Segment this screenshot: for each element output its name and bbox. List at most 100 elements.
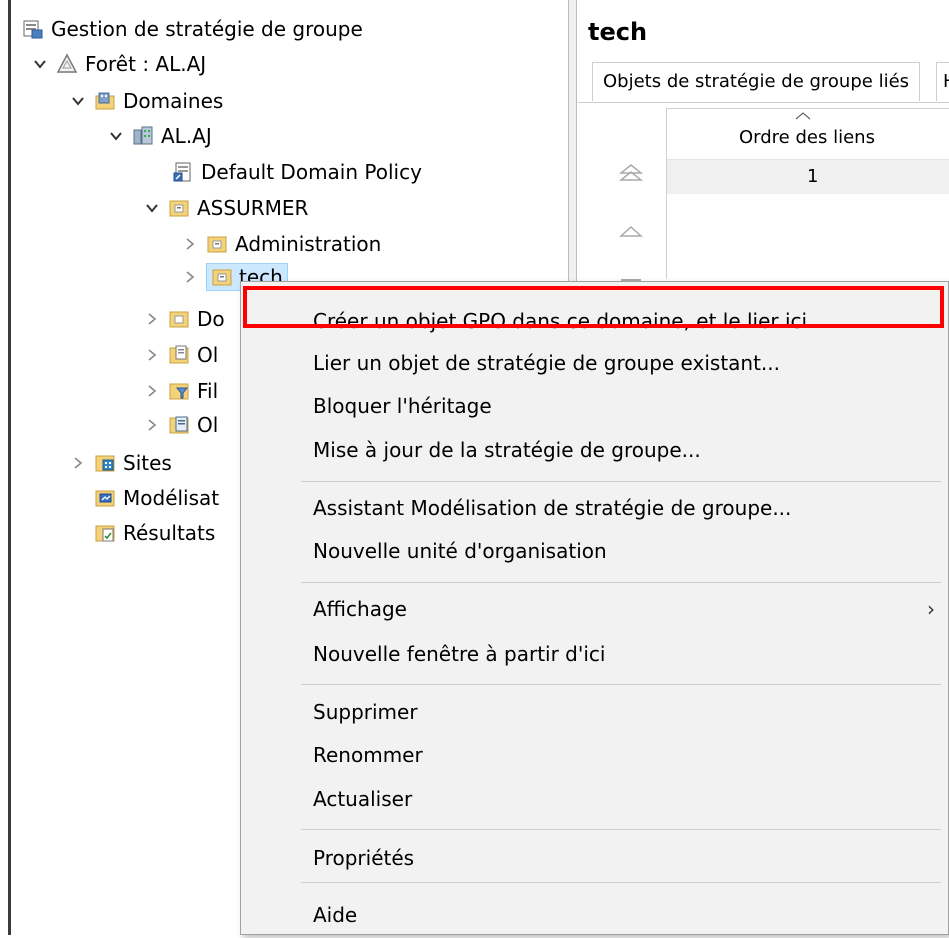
- tree-label: Ol: [197, 413, 219, 437]
- pane-title: tech: [588, 18, 648, 46]
- link-order-cell: 1: [807, 166, 819, 187]
- ou-folder-icon: [206, 233, 228, 255]
- tree-node-forest[interactable]: Forêt : AL.AJ: [30, 49, 206, 79]
- sort-asc-icon: [795, 112, 811, 120]
- move-top-icon[interactable]: [618, 162, 644, 184]
- table-row[interactable]: 1: [667, 160, 949, 194]
- submenu-arrow-icon: ›: [927, 597, 935, 621]
- tree-label: Default Domain Policy: [201, 160, 422, 184]
- results-icon: [94, 522, 116, 544]
- menu-item-delete[interactable]: Supprimer: [241, 689, 949, 735]
- tab-next[interactable]: H: [936, 62, 949, 101]
- menu-item-label: Nouvelle unité d'organisation: [313, 539, 607, 563]
- linked-gpo-grid: Ordre des liens 1: [666, 108, 949, 279]
- ou-folder-icon: [168, 197, 190, 219]
- tree-label: Do: [197, 307, 225, 331]
- tree-node-domains[interactable]: Domaines: [68, 86, 223, 116]
- ou-folder-icon: [211, 266, 233, 288]
- menu-item-label: Aide: [313, 903, 358, 927]
- menu-item-label: Actualiser: [313, 787, 413, 811]
- menu-separator: [301, 829, 941, 830]
- menu-separator: [301, 684, 941, 685]
- menu-item-group-policy-update[interactable]: Mise à jour de la stratégie de groupe...: [241, 427, 949, 473]
- menu-item-link-existing-gpo[interactable]: Lier un objet de stratégie de groupe exi…: [241, 340, 949, 386]
- menu-item-new-ou[interactable]: Nouvelle unité d'organisation: [241, 528, 949, 574]
- menu-item-properties[interactable]: Propriétés: [241, 835, 949, 881]
- chevron-down-icon[interactable]: [142, 198, 162, 218]
- move-down-icon[interactable]: [618, 272, 644, 281]
- menu-item-new-window[interactable]: Nouvelle fenêtre à partir d'ici: [241, 631, 949, 677]
- tree-label: Gestion de stratégie de groupe: [51, 17, 363, 41]
- modeling-icon: [94, 487, 116, 509]
- chevron-down-icon[interactable]: [106, 126, 126, 146]
- tree-label: Administration: [235, 232, 382, 256]
- chevron-right-icon[interactable]: [142, 345, 162, 365]
- column-header-link-order[interactable]: Ordre des liens: [667, 109, 949, 160]
- forest-icon: [56, 53, 78, 75]
- menu-separator: [301, 481, 941, 482]
- menu-separator: [301, 882, 941, 883]
- menu-item-refresh[interactable]: Actualiser: [241, 776, 949, 822]
- ou-folder-icon: [168, 308, 190, 330]
- tree-node-partial-ol-1[interactable]: Ol: [142, 340, 218, 370]
- menu-item-label: Lier un objet de stratégie de groupe exi…: [313, 351, 781, 375]
- tree-label: Forêt : AL.AJ: [85, 52, 207, 76]
- context-menu: Créer un objet GPO dans ce domaine, et l…: [240, 281, 949, 935]
- tree-node-modelisation[interactable]: Modélisat: [94, 483, 219, 513]
- tree-node-sites[interactable]: Sites: [68, 448, 172, 478]
- tree-label: Résultats: [123, 521, 216, 545]
- menu-item-label: Nouvelle fenêtre à partir d'ici: [313, 642, 606, 666]
- menu-item-label: Renommer: [313, 743, 423, 767]
- tab-strip: Objets de stratégie de groupe liés H: [578, 56, 949, 103]
- menu-item-help[interactable]: Aide: [241, 892, 949, 938]
- tab-linked-gpos[interactable]: Objets de stratégie de groupe liés: [592, 62, 921, 101]
- chevron-right-icon[interactable]: [142, 381, 162, 401]
- window-border: [8, 0, 11, 935]
- tree-node-partial-fil[interactable]: Fil: [142, 376, 218, 406]
- menu-item-view[interactable]: Affichage ›: [241, 586, 949, 632]
- tree-label: Modélisat: [123, 486, 220, 510]
- menu-item-label: Assistant Modélisation de stratégie de g…: [313, 496, 792, 520]
- chevron-down-icon[interactable]: [68, 91, 88, 111]
- tree-node-assurmer[interactable]: ASSURMER: [142, 193, 308, 223]
- tree-label: Ol: [197, 343, 219, 367]
- menu-item-label: Propriétés: [313, 846, 415, 870]
- menu-separator: [301, 582, 941, 583]
- chevron-right-icon[interactable]: [180, 267, 200, 287]
- column-header-label: Ordre des liens: [739, 127, 875, 148]
- tree-node-partial-do[interactable]: Do: [142, 304, 225, 334]
- tree-label: AL.AJ: [161, 124, 212, 148]
- starter-gpo-folder-icon: [168, 414, 190, 436]
- domains-folder-icon: [94, 90, 116, 112]
- tree-node-partial-ol-2[interactable]: Ol: [142, 410, 218, 440]
- tree-node-gpm-root[interactable]: Gestion de stratégie de groupe: [22, 14, 363, 44]
- tree-node-resultats[interactable]: Résultats: [94, 518, 215, 548]
- menu-item-rename[interactable]: Renommer: [241, 732, 949, 778]
- gpm-console-icon: [22, 18, 44, 40]
- chevron-right-icon[interactable]: [142, 309, 162, 329]
- annotation-highlight-box: [243, 286, 944, 328]
- chevron-down-icon[interactable]: [30, 54, 50, 74]
- tree-label: Sites: [123, 451, 172, 475]
- menu-item-block-inheritance[interactable]: Bloquer l'héritage: [241, 383, 949, 429]
- gpo-folder-icon: [168, 344, 190, 366]
- menu-item-label: Mise à jour de la stratégie de groupe...: [313, 438, 701, 462]
- tree-node-domain-alaj[interactable]: AL.AJ: [106, 121, 212, 151]
- sites-folder-icon: [94, 452, 116, 474]
- menu-item-label: Affichage: [313, 597, 407, 621]
- tree-node-administration[interactable]: Administration: [180, 229, 381, 259]
- menu-item-modeling-wizard[interactable]: Assistant Modélisation de stratégie de g…: [241, 485, 949, 531]
- window-left-edge: [0, 0, 12, 935]
- tree-label: Fil: [197, 379, 219, 403]
- chevron-right-icon[interactable]: [180, 234, 200, 254]
- gpo-link-icon: [172, 161, 194, 183]
- tree-label: ASSURMER: [197, 196, 309, 220]
- chevron-right-icon[interactable]: [142, 415, 162, 435]
- menu-item-label: Supprimer: [313, 700, 418, 724]
- menu-item-label: Bloquer l'héritage: [313, 394, 492, 418]
- tree-node-default-policy[interactable]: Default Domain Policy: [172, 157, 422, 187]
- chevron-right-icon[interactable]: [68, 453, 88, 473]
- tree-label: Domaines: [123, 89, 224, 113]
- move-up-icon[interactable]: [618, 222, 644, 244]
- domain-icon: [132, 125, 154, 147]
